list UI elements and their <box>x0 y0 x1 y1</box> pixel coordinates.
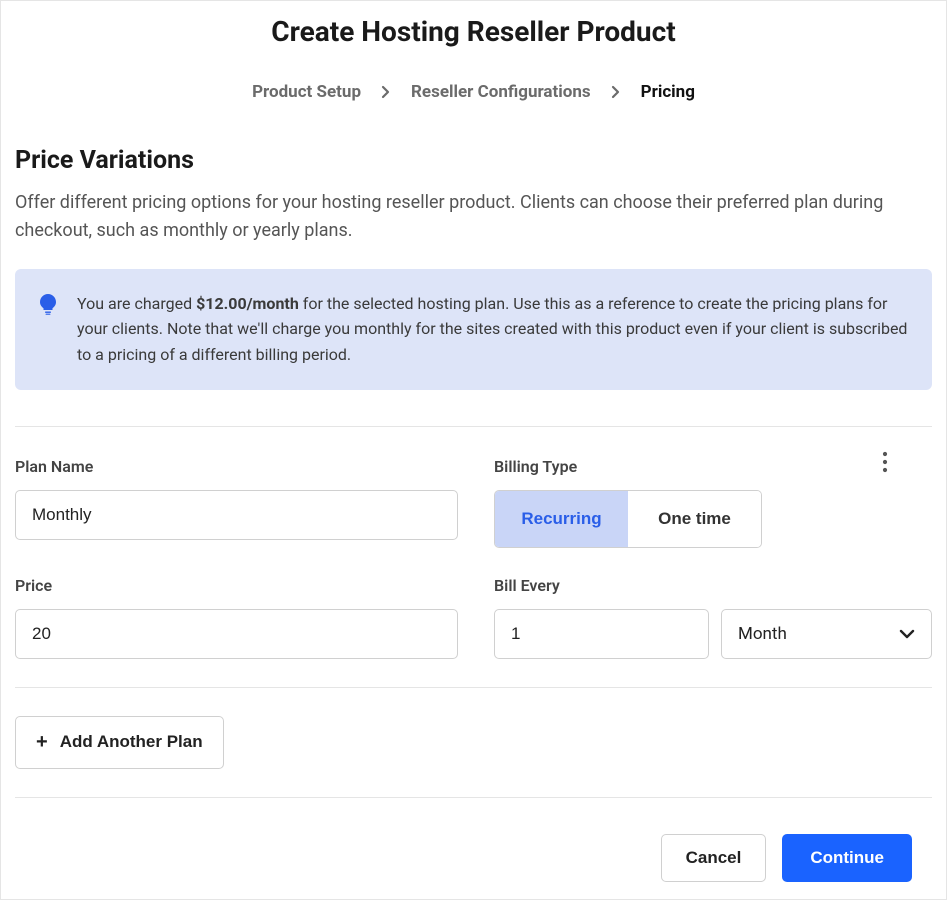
footer-actions: Cancel Continue <box>15 834 932 882</box>
cancel-button[interactable]: Cancel <box>661 834 767 882</box>
add-another-plan-button[interactable]: + Add Another Plan <box>15 716 224 769</box>
page-title: Create Hosting Reseller Product <box>1 15 946 48</box>
continue-button[interactable]: Continue <box>782 834 912 882</box>
bill-every-qty-input[interactable] <box>494 609 709 659</box>
plan-name-input[interactable] <box>15 490 458 540</box>
breadcrumb-step-pricing[interactable]: Pricing <box>641 82 695 102</box>
chevron-right-icon <box>381 85 391 99</box>
divider <box>15 687 932 688</box>
section-title: Price Variations <box>15 146 932 175</box>
section-description: Offer different pricing options for your… <box>15 189 932 245</box>
info-pre: You are charged <box>77 294 196 313</box>
chevron-down-icon <box>899 624 915 644</box>
billing-type-segmented: Recurring One time <box>494 490 762 548</box>
plan-name-label: Plan Name <box>15 457 458 476</box>
lightbulb-icon <box>39 293 57 368</box>
price-input[interactable] <box>15 609 458 659</box>
price-label: Price <box>15 576 458 595</box>
divider <box>15 797 932 798</box>
info-text: You are charged $12.00/month for the sel… <box>77 291 908 368</box>
more-vertical-icon <box>882 451 888 473</box>
breadcrumb: Product Setup Reseller Configurations Pr… <box>1 82 946 102</box>
bill-every-unit-select[interactable]: Month <box>721 609 932 659</box>
add-plan-label: Add Another Plan <box>60 732 203 752</box>
plan-more-menu[interactable] <box>878 447 892 481</box>
info-price: $12.00/month <box>196 294 299 313</box>
info-banner: You are charged $12.00/month for the sel… <box>15 269 932 390</box>
billing-type-label: Billing Type <box>494 457 932 476</box>
breadcrumb-step-product-setup[interactable]: Product Setup <box>252 82 361 102</box>
billing-type-recurring[interactable]: Recurring <box>495 491 628 547</box>
plus-icon: + <box>36 731 48 754</box>
divider <box>15 426 932 427</box>
breadcrumb-step-reseller-config[interactable]: Reseller Configurations <box>411 82 591 102</box>
bill-every-label: Bill Every <box>494 576 932 595</box>
chevron-right-icon <box>611 85 621 99</box>
billing-type-one-time[interactable]: One time <box>628 491 761 547</box>
bill-every-unit-value: Month <box>738 624 787 644</box>
